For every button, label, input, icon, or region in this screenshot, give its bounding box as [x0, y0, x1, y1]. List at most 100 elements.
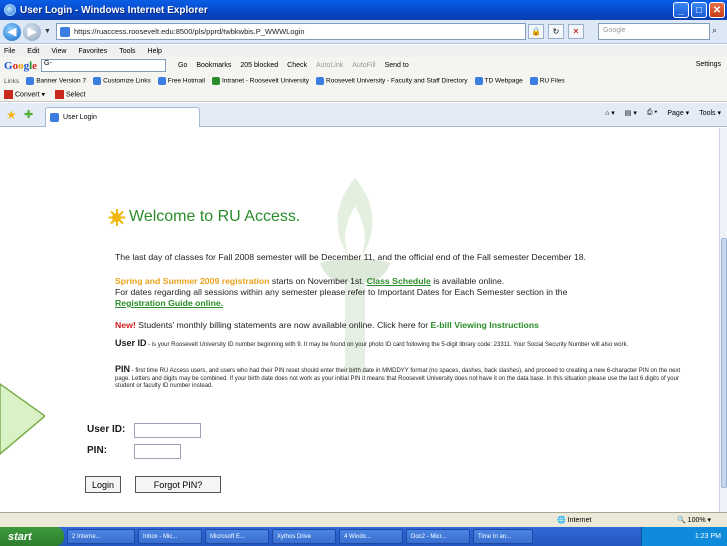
taskbar-item[interactable]: Microsoft E... [205, 529, 269, 544]
menu-file[interactable]: File [4, 48, 15, 55]
google-search-input[interactable]: G- [41, 59, 167, 72]
google-autolink-button[interactable]: AutoLink [316, 62, 343, 69]
window-title: User Login - Windows Internet Explorer [20, 4, 208, 16]
link-item[interactable]: Free Hotmail [157, 77, 205, 85]
pdf-icon [4, 90, 13, 99]
security-zone: 🌐 Internet [557, 517, 592, 524]
google-toolbar-items: Go Bookmarks 205 blocked Check AutoLink … [178, 62, 409, 69]
link-item[interactable]: Customize Links [93, 77, 151, 85]
google-popup-blocked[interactable]: 205 blocked [240, 62, 278, 69]
address-url: https://ruaccess.roosevelt.edu:8500/pls/… [74, 27, 305, 36]
menu-edit[interactable]: Edit [27, 48, 39, 55]
google-sendto-button[interactable]: Send to [385, 62, 409, 69]
tools-menu[interactable]: Tools ▾ [699, 109, 721, 117]
menu-favorites[interactable]: Favorites [78, 48, 107, 55]
link-label: Banner Version 7 [36, 77, 87, 85]
taskbar-item[interactable]: 2 Interne... [67, 529, 135, 544]
ebill-text: Students' monthly billing statements are… [135, 320, 431, 330]
search-input[interactable]: Google [598, 23, 710, 40]
minimize-button[interactable]: _ [673, 2, 689, 18]
page-icon [50, 113, 59, 122]
link-item[interactable]: Roosevelt University - Faculty and Staff… [316, 77, 468, 85]
userid-input[interactable] [134, 423, 201, 438]
select-button[interactable]: Select [54, 90, 86, 99]
link-item[interactable]: Intranet - Roosevelt University [211, 77, 310, 85]
page-menu[interactable]: Page ▾ [667, 109, 689, 117]
google-toolbar: Google G- Go Bookmarks 205 blocked Check… [0, 57, 727, 74]
link-item[interactable]: RU Files [529, 77, 565, 85]
forgot-pin-button[interactable]: Forgot PIN? [135, 476, 221, 493]
ie-icon [4, 4, 16, 16]
zoom-level[interactable]: 🔍 100% ▾ [677, 516, 711, 524]
page-menu-label: Page [667, 110, 684, 117]
lock-icon[interactable]: 🔒 [528, 24, 544, 39]
pin-input[interactable] [134, 444, 181, 459]
tools-menu-label: Tools [699, 110, 716, 117]
clock: 1:23 PM [694, 533, 721, 540]
link-label: RU Files [539, 77, 565, 85]
zone-label: Internet [567, 517, 592, 524]
ebill-instructions-link[interactable]: E-bill Viewing Instructions [431, 320, 539, 330]
back-button[interactable]: ◀ [3, 22, 21, 41]
registration-mid: starts on November 1st. [269, 276, 367, 286]
tab-label: User Login [63, 114, 97, 121]
callout-arrow-shape [0, 383, 45, 455]
stop-icon[interactable]: ✕ [568, 24, 584, 39]
taskbar-item[interactable]: Inbox - Mic... [138, 529, 202, 544]
welcome-heading: Welcome to RU Access. [108, 208, 300, 226]
dates-text: For dates regarding all sessions within … [115, 287, 568, 297]
start-button[interactable]: start [0, 527, 64, 546]
class-schedule-link[interactable]: Class Schedule [367, 276, 431, 286]
scrollbar-thumb[interactable] [721, 238, 727, 488]
page-icon [60, 26, 70, 37]
ebill-notice: New! Students' monthly billing statement… [115, 320, 539, 331]
page-icon [316, 77, 325, 85]
taskbar-item[interactable]: 4 Windo... [339, 529, 403, 544]
google-bookmarks-button[interactable]: Bookmarks [196, 62, 231, 69]
taskbar-item[interactable]: Doc2 - Micr... [406, 529, 470, 544]
print-icon[interactable]: ⎙ ▾ [647, 109, 658, 117]
menu-help[interactable]: Help [148, 48, 162, 55]
feeds-icon[interactable]: ▤ ▾ [625, 109, 637, 117]
maximize-button[interactable]: □ [691, 2, 707, 18]
convert-button[interactable]: Convert ▾ [4, 90, 45, 99]
spring-summer-highlight: Spring and Summer 2009 registration [115, 276, 270, 286]
page-icon [93, 77, 102, 85]
forward-button[interactable]: ▶ [23, 22, 41, 41]
add-favorites-icon[interactable]: ✚ [24, 108, 33, 121]
pin-label: PIN: [87, 445, 107, 456]
taskbar-item[interactable]: Xythos Drive [272, 529, 336, 544]
menu-view[interactable]: View [51, 48, 66, 55]
link-item[interactable]: Banner Version 7 [26, 77, 86, 85]
start-label: start [8, 530, 32, 543]
vertical-scrollbar[interactable] [719, 128, 727, 512]
login-button[interactable]: Login [85, 476, 121, 493]
taskbar-item[interactable]: Time In an... [473, 529, 533, 544]
select-label: Select [65, 91, 86, 99]
google-go-button[interactable]: Go [178, 62, 187, 69]
favorites-star-icon[interactable]: ★ [6, 108, 17, 122]
link-item[interactable]: TD Webpage [474, 77, 523, 85]
google-settings-button[interactable]: Settings [696, 61, 721, 68]
title-bar: User Login - Windows Internet Explorer _… [0, 0, 727, 20]
convert-bar: Convert ▾ Select [0, 88, 727, 102]
close-button[interactable]: ✕ [709, 2, 725, 18]
history-dropdown-icon[interactable]: ▼ [44, 28, 51, 35]
select-icon [54, 90, 64, 99]
link-label: Roosevelt University - Faculty and Staff… [326, 77, 468, 85]
link-label: Intranet - Roosevelt University [221, 77, 310, 85]
tab-user-login[interactable]: User Login [45, 107, 200, 127]
registration-guide-link[interactable]: Registration Guide online. [115, 298, 223, 308]
menu-tools[interactable]: Tools [119, 48, 135, 55]
address-tools: 🔒 ↻ ✕ [528, 24, 584, 39]
pin-help-label: PIN [115, 364, 131, 374]
google-logo: Google [4, 59, 38, 72]
search-icon[interactable]: ⌕ [712, 25, 724, 38]
userid-label: User ID: [87, 424, 126, 435]
google-check-button[interactable]: Check [287, 62, 307, 69]
refresh-icon[interactable]: ↻ [548, 24, 564, 39]
link-label: Customize Links [103, 77, 151, 85]
google-autofill-button[interactable]: AutoFill [352, 62, 375, 69]
home-icon[interactable]: ⌂ ▾ [605, 109, 615, 117]
address-bar[interactable]: https://ruaccess.roosevelt.edu:8500/pls/… [56, 23, 526, 40]
